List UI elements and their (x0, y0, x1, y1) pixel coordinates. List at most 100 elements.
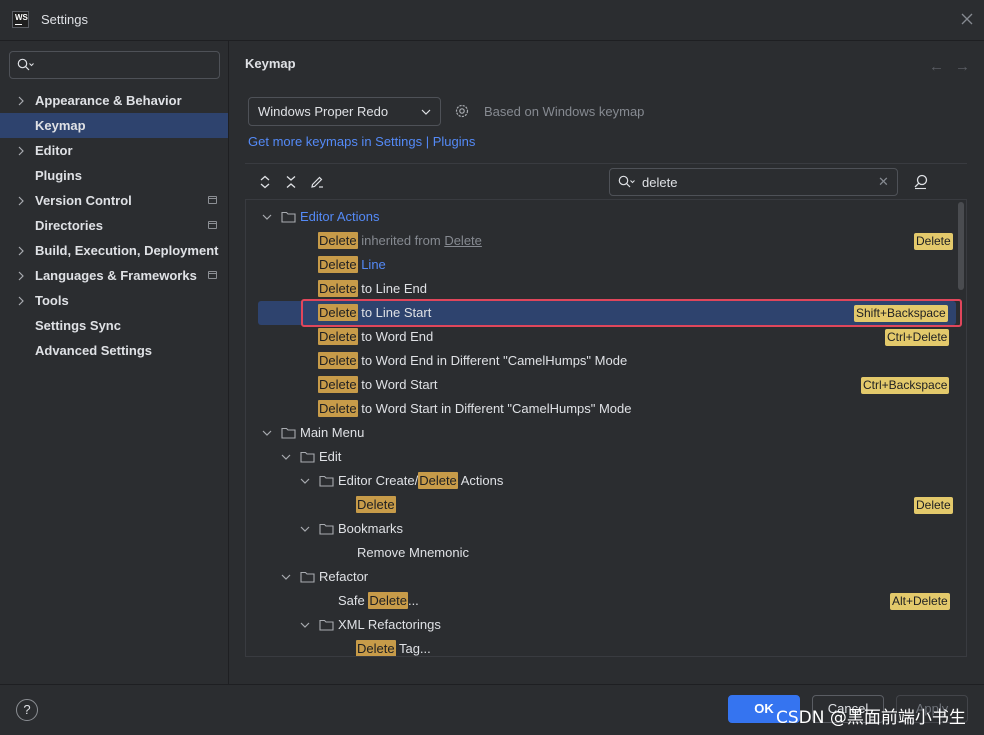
sidebar-item-label: Keymap (35, 118, 86, 133)
tree-node-xml-refactorings[interactable]: XML Refactorings (246, 613, 966, 637)
tree-node-label: Delete to Word Start in Different "Camel… (318, 397, 632, 421)
chevron-down-icon[interactable] (300, 621, 310, 629)
folder-icon (281, 427, 296, 439)
sidebar-item-directories[interactable]: Directories (0, 213, 228, 238)
tree-row-delete-line[interactable]: Delete Line (246, 253, 966, 277)
match-highlight: Delete (356, 496, 396, 513)
sidebar-item-label: Languages & Frameworks (35, 268, 197, 283)
tree-row-safe-delete[interactable]: Safe Delete... Alt+Delete (246, 589, 966, 613)
get-more-keymaps-link[interactable]: Get more keymaps in Settings | Plugins (248, 134, 475, 149)
tree-node-bookmarks[interactable]: Bookmarks (246, 517, 966, 541)
chevron-down-icon[interactable] (262, 213, 272, 221)
shortcut-badge: Delete (914, 233, 953, 250)
expand-all-icon[interactable] (258, 175, 272, 189)
match-highlight: Delete (318, 232, 358, 249)
based-on-label: Based on Windows keymap (484, 104, 645, 119)
chevron-right-icon[interactable] (17, 96, 25, 106)
sidebar-item-advanced-settings[interactable]: Advanced Settings (0, 338, 228, 363)
sidebar-item-settings-sync[interactable]: Settings Sync (0, 313, 228, 338)
filter-text[interactable] (642, 173, 872, 191)
chevron-right-icon[interactable] (17, 246, 25, 256)
project-settings-icon (208, 271, 217, 279)
tree-row-delete-to-word-start-camel[interactable]: Delete to Word Start in Different "Camel… (246, 397, 966, 421)
tree-node-label: Delete to Line End (318, 277, 427, 301)
help-icon[interactable]: ? (16, 699, 38, 721)
tree-row-edit-delete[interactable]: Delete Delete (246, 493, 966, 517)
action-filter-input[interactable]: ✕ (609, 168, 898, 196)
match-highlight: Delete (318, 328, 358, 345)
tree-node-edit[interactable]: Edit (246, 445, 966, 469)
tree-row-remove-mnemonic[interactable]: Remove Mnemonic (246, 541, 966, 565)
chevron-down-icon[interactable] (281, 573, 291, 581)
sidebar-divider (228, 41, 229, 684)
match-highlight: Delete (356, 640, 396, 656)
chevron-right-icon[interactable] (17, 296, 25, 306)
watermark: CSDN @黑面前端小书生 (776, 708, 966, 728)
settings-search-input[interactable] (9, 51, 220, 79)
sidebar-item-label: Tools (35, 293, 69, 308)
sidebar-item-label: Appearance & Behavior (35, 93, 182, 108)
chevron-right-icon[interactable] (17, 146, 25, 156)
folder-icon (319, 475, 334, 487)
sidebar-item-plugins[interactable]: Plugins (0, 163, 228, 188)
gear-icon[interactable] (454, 103, 470, 119)
label-suffix: Actions (460, 473, 504, 488)
shortcut-badge: Ctrl+Delete (885, 329, 950, 346)
find-by-shortcut-icon[interactable] (912, 173, 930, 191)
back-arrow-icon[interactable]: ← (929, 58, 944, 75)
chevron-down-icon[interactable] (300, 525, 310, 533)
sidebar-item-build-execution-deployment[interactable]: Build, Execution, Deployment (0, 238, 228, 263)
tree-node-main-menu[interactable]: Main Menu (246, 421, 966, 445)
folder-icon (281, 211, 296, 223)
title-bar: WS Settings (0, 0, 984, 40)
action-name: to Word End (361, 329, 434, 344)
clear-filter-icon[interactable]: ✕ (878, 174, 889, 190)
tree-node-label: Editor Create/Delete Actions (338, 469, 503, 493)
sidebar-item-languages-frameworks[interactable]: Languages & Frameworks (0, 263, 228, 288)
chevron-right-icon[interactable] (17, 271, 25, 281)
chevron-down-icon[interactable] (281, 453, 291, 461)
label-suffix: ... (407, 593, 419, 608)
label-suffix: Tag... (398, 641, 431, 656)
forward-arrow-icon[interactable]: → (955, 58, 970, 75)
tree-node-refactor[interactable]: Refactor (246, 565, 966, 589)
tree-node-label: Safe Delete... (338, 589, 419, 613)
action-name: Line (361, 257, 386, 272)
sidebar-item-version-control[interactable]: Version Control (0, 188, 228, 213)
chevron-down-icon[interactable] (300, 477, 310, 485)
tree-node-label: Delete Line (318, 253, 386, 277)
tree-row-delete-tag[interactable]: Delete Tag... (246, 637, 966, 656)
tree-node-label: Delete to Word End in Different "CamelHu… (318, 349, 627, 373)
tree-node-editor-actions[interactable]: Editor Actions (246, 205, 966, 229)
tree-row-delete-to-word-end[interactable]: Delete to Word End Ctrl+Delete (246, 325, 966, 349)
tree-node-label: Delete to Word Start (318, 373, 438, 397)
tree-row-delete-to-word-start[interactable]: Delete to Word Start Ctrl+Backspace (246, 373, 966, 397)
edit-shortcut-icon[interactable] (310, 175, 324, 189)
tree-row-delete[interactable]: Delete inherited from Delete Delete (246, 229, 966, 253)
sidebar-item-label: Editor (35, 143, 73, 158)
tree-row-delete-to-word-end-camel[interactable]: Delete to Word End in Different "CamelHu… (246, 349, 966, 373)
tree-row-delete-to-line-start[interactable]: Delete to Line Start Shift+Backspace (246, 299, 966, 327)
tree-node-label: XML Refactorings (338, 617, 441, 632)
tree-row-delete-to-line-end[interactable]: Delete to Line End (246, 277, 966, 301)
match-highlight: Delete (368, 592, 408, 609)
chevron-right-icon[interactable] (17, 196, 25, 206)
tree-node-label: Remove Mnemonic (357, 545, 469, 560)
tree-node-editor-create-delete-actions[interactable]: Editor Create/Delete Actions (246, 469, 966, 493)
keymap-select[interactable]: Windows Proper Redo (248, 97, 441, 126)
tree-node-label: Delete inherited from Delete (318, 229, 482, 253)
actions-tree[interactable]: Editor Actions Delete inherited from Del… (245, 199, 967, 657)
title-divider (0, 40, 984, 41)
sidebar-item-tools[interactable]: Tools (0, 288, 228, 313)
close-icon[interactable] (957, 9, 977, 29)
action-name: to Word Start in Different "CamelHumps" … (361, 401, 632, 416)
sidebar-item-editor[interactable]: Editor (0, 138, 228, 163)
chevron-down-icon[interactable] (262, 429, 272, 437)
folder-icon (319, 619, 334, 631)
sidebar-item-label: Version Control (35, 193, 132, 208)
label-prefix: Editor Create/ (338, 473, 419, 488)
sidebar-item-keymap[interactable]: Keymap (0, 113, 228, 138)
collapse-all-icon[interactable] (284, 175, 298, 189)
sidebar-item-appearance-behavior[interactable]: Appearance & Behavior (0, 88, 228, 113)
inherited-target-link[interactable]: Delete (444, 233, 482, 248)
